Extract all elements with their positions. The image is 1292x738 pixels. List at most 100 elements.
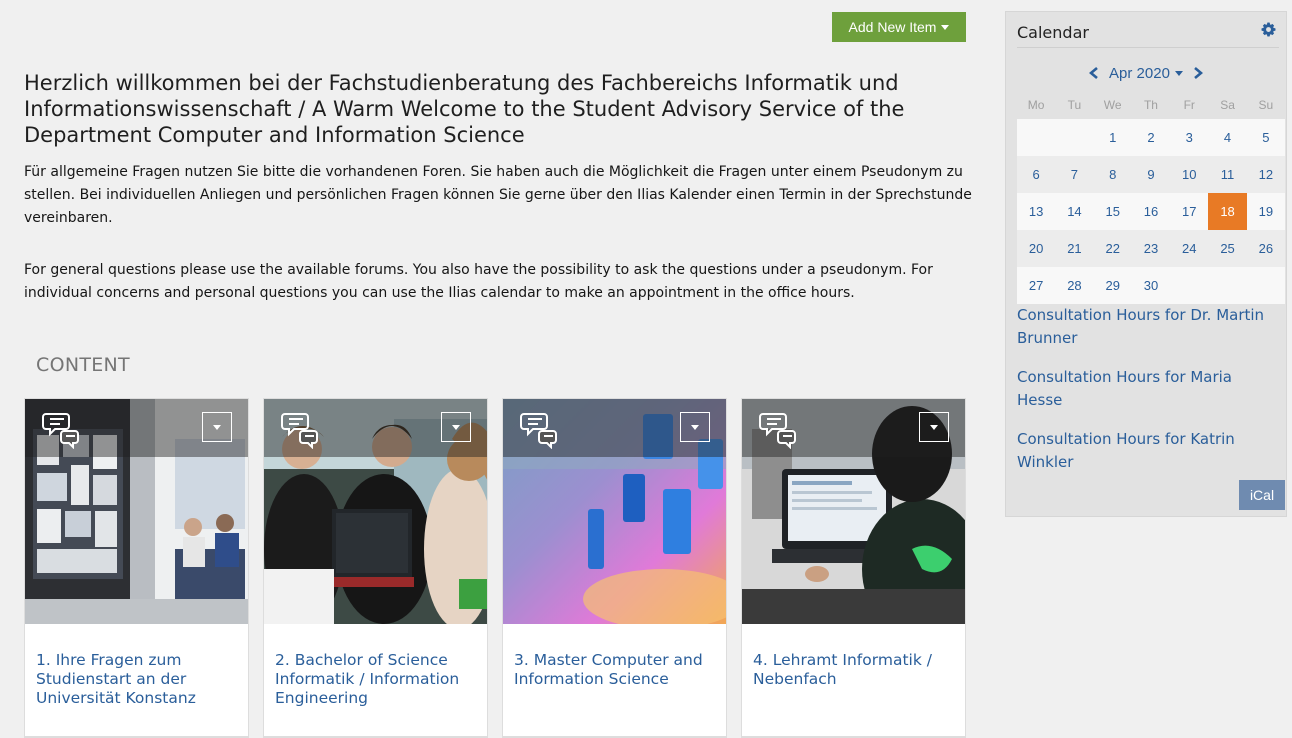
calendar-day[interactable]: 17 xyxy=(1170,193,1209,230)
calendar-day[interactable]: 4 xyxy=(1208,119,1247,156)
calendar-day[interactable]: 10 xyxy=(1170,156,1209,193)
main-content: Add New Item Herzlich willkommen bei der… xyxy=(10,0,986,738)
calendar-empty-cell xyxy=(1208,267,1247,304)
calendar-week-row: 27 28 29 30 xyxy=(1017,267,1285,304)
forum-icon xyxy=(281,413,318,449)
calendar-day[interactable]: 16 xyxy=(1131,193,1171,230)
calendar-day[interactable]: 28 xyxy=(1055,267,1094,304)
calendar-week-row: 20 21 22 23 24 25 26 xyxy=(1017,230,1285,267)
calendar-title: Calendar xyxy=(1017,23,1089,42)
calendar-week-row: 13 14 15 16 17 18 19 xyxy=(1017,193,1285,230)
calendar-day[interactable]: 11 xyxy=(1208,156,1247,193)
content-card[interactable]: 1. Ihre Fragen zum Studienstart an der U… xyxy=(24,398,249,738)
card-title-link[interactable]: 2. Bachelor of Science Informatik / Info… xyxy=(275,651,480,708)
card-divider xyxy=(25,736,248,737)
card-image xyxy=(742,399,965,624)
prev-month-button[interactable] xyxy=(1085,64,1103,82)
forum-icon xyxy=(520,413,557,449)
calendar-day[interactable]: 26 xyxy=(1246,230,1285,267)
content-card[interactable]: 2. Bachelor of Science Informatik / Info… xyxy=(263,398,488,738)
forum-icon xyxy=(759,413,796,449)
calendar-empty-cell xyxy=(1246,267,1285,304)
calendar-day[interactable]: 27 xyxy=(1017,267,1056,304)
intro-paragraph-de: Für allgemeine Fragen nutzen Sie bitte d… xyxy=(24,164,972,226)
weekday-label: Th xyxy=(1143,97,1158,112)
card-divider xyxy=(742,736,965,737)
page-title: Herzlich willkommen bei der Fachstudienb… xyxy=(24,71,905,147)
weekday-label: Tu xyxy=(1067,97,1082,112)
calendar-day[interactable]: 9 xyxy=(1131,156,1171,193)
calendar-day[interactable]: 24 xyxy=(1170,230,1209,267)
weekday-label: We xyxy=(1103,97,1122,112)
card-actions-button[interactable] xyxy=(680,412,710,442)
content-card[interactable]: 3. Master Computer and Information Scien… xyxy=(502,398,727,738)
consultation-links: Consultation Hours for Dr. Martin Brunne… xyxy=(1017,304,1279,490)
month-selector[interactable]: Apr 2020 xyxy=(1109,65,1183,82)
calendar-day[interactable]: 20 xyxy=(1017,230,1056,267)
card-actions-button[interactable] xyxy=(202,412,232,442)
add-new-item-button[interactable]: Add New Item xyxy=(832,12,966,42)
calendar-day[interactable]: 12 xyxy=(1246,156,1285,193)
calendar-day[interactable]: 22 xyxy=(1093,230,1132,267)
calendar-day[interactable]: 29 xyxy=(1093,267,1132,304)
weekday-header: Mo Tu We Th Fr Sa Su xyxy=(1017,90,1285,119)
content-cards: 1. Ihre Fragen zum Studienstart an der U… xyxy=(24,398,984,738)
calendar-week-row: 6 7 8 9 10 11 12 xyxy=(1017,156,1285,193)
card-image xyxy=(25,399,248,624)
calendar-day[interactable]: 19 xyxy=(1246,193,1285,230)
chevron-down-icon xyxy=(452,424,460,430)
calendar-day[interactable]: 3 xyxy=(1170,119,1209,156)
calendar-week-row: 12345 xyxy=(1017,119,1285,156)
calendar-day[interactable]: 25 xyxy=(1208,230,1247,267)
card-image xyxy=(264,399,487,624)
chevron-down-icon xyxy=(930,424,938,430)
calendar-weeks: 1 2 3 4 5 6 7 8 9 10 11 12 13 14 15 16 17 18 19 20 21 22 23 24 2… xyxy=(1017,119,1285,304)
calendar-day[interactable]: 1 xyxy=(1093,119,1132,156)
card-title-link[interactable]: 1. Ihre Fragen zum Studienstart an der U… xyxy=(36,651,241,708)
calendar-empty-cell xyxy=(1017,119,1056,156)
month-label: Apr 2020 xyxy=(1109,64,1170,82)
consultation-link[interactable]: Consultation Hours for Dr. Martin Brunne… xyxy=(1017,304,1279,350)
consultation-link[interactable]: Consultation Hours for Maria Hesse xyxy=(1017,366,1279,412)
calendar-day[interactable]: 6 xyxy=(1017,156,1056,193)
calendar-day[interactable]: 2 xyxy=(1131,119,1171,156)
chevron-down-icon xyxy=(1174,70,1183,76)
calendar-empty-cell xyxy=(1055,119,1094,156)
card-divider xyxy=(503,736,726,737)
card-title-link[interactable]: 3. Master Computer and Information Scien… xyxy=(514,651,719,689)
calendar-day[interactable]: 15 xyxy=(1093,193,1132,230)
calendar-divider xyxy=(1017,47,1279,48)
calendar-grid: Mo Tu We Th Fr Sa Su 1 2 3 4 5 6 7 8 9 10 11 12 13 14… xyxy=(1017,90,1285,304)
consultation-link[interactable]: Consultation Hours for Katrin Winkler xyxy=(1017,428,1279,474)
ical-button[interactable]: iCal xyxy=(1239,480,1285,510)
weekday-label: Sa xyxy=(1220,97,1235,112)
calendar-day-today[interactable]: 18 xyxy=(1208,193,1247,230)
calendar-empty-cell xyxy=(1170,267,1209,304)
weekday-label: Mo xyxy=(1027,97,1045,112)
weekday-label: Su xyxy=(1258,97,1274,112)
calendar-day[interactable]: 5 xyxy=(1246,119,1285,156)
gear-icon[interactable] xyxy=(1261,22,1276,37)
calendar-day[interactable]: 13 xyxy=(1017,193,1056,230)
content-card[interactable]: 4. Lehramt Informatik / Nebenfach xyxy=(741,398,966,738)
card-divider xyxy=(264,736,487,737)
forum-icon xyxy=(42,413,79,449)
calendar-day[interactable]: 21 xyxy=(1055,230,1094,267)
card-title-link[interactable]: 4. Lehramt Informatik / Nebenfach xyxy=(753,651,958,689)
card-actions-button[interactable] xyxy=(441,412,471,442)
chevron-down-icon xyxy=(941,24,950,30)
card-actions-button[interactable] xyxy=(919,412,949,442)
calendar-day[interactable]: 8 xyxy=(1093,156,1132,193)
calendar-day[interactable]: 23 xyxy=(1131,230,1171,267)
calendar-day[interactable]: 7 xyxy=(1055,156,1094,193)
chevron-down-icon xyxy=(213,424,221,430)
calendar-day[interactable]: 30 xyxy=(1131,267,1171,304)
card-image xyxy=(503,399,726,624)
content-heading: CONTENT xyxy=(36,354,130,376)
calendar-day[interactable]: 14 xyxy=(1055,193,1094,230)
calendar-nav: Apr 2020 xyxy=(1006,64,1286,82)
weekday-label: Fr xyxy=(1183,97,1195,112)
chevron-left-icon xyxy=(1089,67,1098,79)
next-month-button[interactable] xyxy=(1189,64,1207,82)
calendar-panel: Calendar Apr 2020 Mo Tu We Th Fr Sa Su 1… xyxy=(1005,11,1287,517)
